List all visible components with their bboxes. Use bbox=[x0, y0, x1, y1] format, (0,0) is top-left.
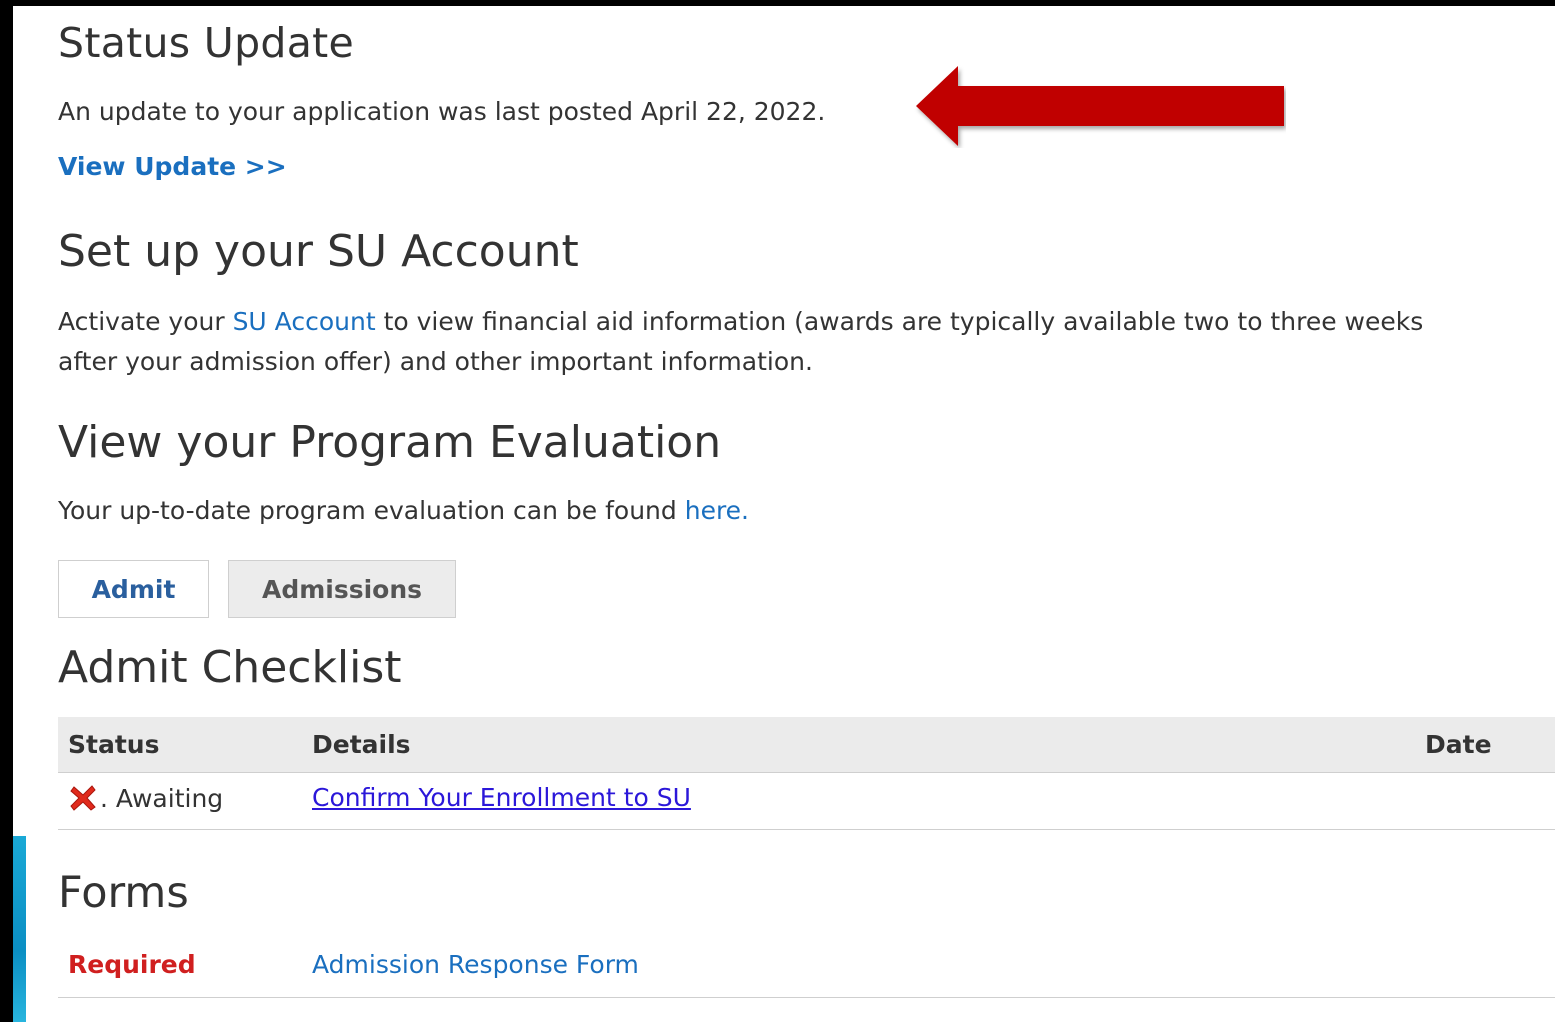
tab-admissions[interactable]: Admissions bbox=[228, 560, 456, 618]
program-evaluation-heading: View your Program Evaluation bbox=[58, 417, 722, 468]
forms-heading: Forms bbox=[58, 868, 189, 918]
row-status-label: . Awaiting bbox=[100, 783, 224, 813]
column-header-status: Status bbox=[68, 730, 160, 759]
su-account-text-after: to view financial aid information (award… bbox=[375, 307, 1424, 336]
view-update-link[interactable]: View Update >> bbox=[58, 152, 287, 181]
program-evaluation-text-body: Your up-to-date program evaluation can b… bbox=[58, 496, 685, 525]
table-row: . Awaiting Confirm Your Enrollment to SU bbox=[58, 773, 1555, 830]
su-account-text-before: Activate your bbox=[58, 307, 233, 336]
forms-row: Required Admission Response Form bbox=[58, 942, 1555, 998]
tab-admit[interactable]: Admit bbox=[58, 560, 209, 618]
su-account-link[interactable]: SU Account bbox=[233, 307, 376, 336]
admit-checklist-heading: Admit Checklist bbox=[58, 642, 402, 693]
column-header-date: Date bbox=[1425, 730, 1492, 759]
program-evaluation-text: Your up-to-date program evaluation can b… bbox=[58, 491, 749, 531]
red-arrow-icon bbox=[916, 66, 1284, 146]
su-account-text-line2: after your admission offer) and other im… bbox=[58, 347, 813, 376]
column-header-details: Details bbox=[312, 730, 411, 759]
confirm-enrollment-link[interactable]: Confirm Your Enrollment to SU bbox=[312, 783, 691, 812]
page-frame: Status Update An update to your applicat… bbox=[0, 0, 1555, 1022]
table-header: Status Details Date bbox=[58, 717, 1555, 773]
form-requirement-label: Required bbox=[68, 950, 196, 979]
program-evaluation-link[interactable]: here. bbox=[685, 496, 749, 525]
status-update-text: An update to your application was last p… bbox=[58, 97, 826, 126]
admission-response-form-link[interactable]: Admission Response Form bbox=[312, 950, 639, 979]
su-account-heading: Set up your SU Account bbox=[58, 226, 579, 277]
decorative-edge bbox=[13, 836, 26, 1022]
status-update-heading: Status Update bbox=[58, 19, 355, 67]
admit-checklist-table: Status Details Date . Awaiting Confirm Y… bbox=[58, 717, 1555, 830]
red-x-icon bbox=[70, 785, 96, 811]
su-account-text: Activate your SU Account to view financi… bbox=[58, 302, 1423, 382]
row-status: . Awaiting bbox=[68, 783, 223, 813]
